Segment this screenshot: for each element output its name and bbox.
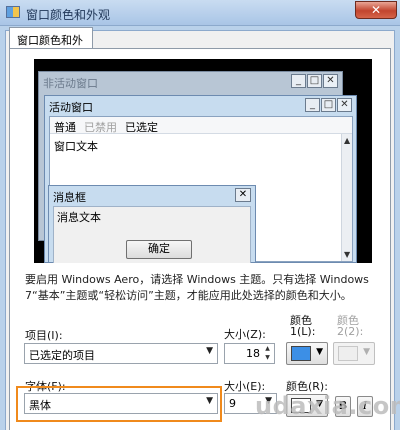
message-box[interactable]: 消息框 ✕ 消息文本 确定: [48, 185, 256, 263]
menu-selected[interactable]: 已选定: [125, 119, 158, 135]
menu-bar: 普通 已禁用 已选定: [50, 117, 352, 134]
color1-swatch: [291, 346, 311, 361]
menu-normal[interactable]: 普通: [54, 119, 76, 135]
active-window-title: 活动窗口: [49, 101, 93, 114]
menu-disabled[interactable]: 已禁用: [84, 119, 117, 135]
color2-label-line2: 2(2):: [337, 325, 364, 338]
scroll-down-icon[interactable]: ▼: [344, 250, 350, 259]
color1-button[interactable]: ▼: [286, 342, 328, 365]
chevron-down-icon: ▼: [206, 346, 213, 356]
item-select[interactable]: 已选定的项目 ▼: [24, 343, 218, 364]
title-bar: 窗口颜色和外观 ✕: [0, 0, 400, 26]
ok-button[interactable]: 确定: [126, 240, 192, 259]
item-label: 项目(I):: [25, 329, 63, 342]
close-icon[interactable]: ✕: [323, 74, 338, 88]
item-size-stepper[interactable]: 18 ▲ ▼: [224, 343, 275, 364]
scroll-up-icon[interactable]: ▲: [344, 136, 350, 145]
font-highlight: [16, 386, 222, 422]
close-icon[interactable]: ✕: [235, 188, 251, 202]
font-size-value: 9: [229, 397, 236, 410]
message-box-title: 消息框: [53, 191, 86, 204]
window-title: 窗口颜色和外观: [26, 8, 111, 22]
chevron-down-icon: ▼: [316, 347, 323, 357]
color1-label-line2: 1(L):: [290, 325, 316, 338]
app-icon: [6, 6, 20, 18]
item-size-label: 大小(Z):: [224, 328, 266, 341]
maximize-icon[interactable]: □: [307, 74, 322, 88]
watermark: udaxia.com: [255, 392, 400, 420]
aero-description: 要启用 Windows Aero，请选择 Windows 主题。只有选择 Win…: [25, 273, 369, 302]
tab-window-color[interactable]: 窗口颜色和外观: [9, 27, 93, 63]
close-icon[interactable]: ✕: [337, 98, 352, 112]
inactive-window-title: 非活动窗口: [43, 77, 98, 90]
message-text[interactable]: 消息文本: [57, 209, 101, 225]
color2-button: ▼: [333, 342, 375, 365]
minimize-icon[interactable]: _: [291, 74, 306, 88]
item-select-value: 已选定的项目: [29, 349, 95, 362]
preview-area: 非活动窗口 _ □ ✕ 活动窗口 _ □ ✕ 普通 已禁用 已选定 窗口文本 ▲…: [34, 59, 372, 263]
close-button[interactable]: ✕: [355, 1, 397, 19]
spinner-arrows-icon[interactable]: ▲ ▼: [262, 344, 273, 363]
minimize-icon[interactable]: _: [305, 98, 320, 112]
window-text[interactable]: 窗口文本: [54, 138, 98, 154]
vertical-scrollbar[interactable]: ▲ ▼: [341, 134, 352, 261]
color2-swatch: [338, 346, 358, 361]
maximize-icon[interactable]: □: [321, 98, 336, 112]
message-box-client: 消息文本 确定: [53, 206, 251, 263]
item-size-value: 18: [246, 347, 260, 360]
chevron-down-icon: ▼: [363, 347, 370, 357]
